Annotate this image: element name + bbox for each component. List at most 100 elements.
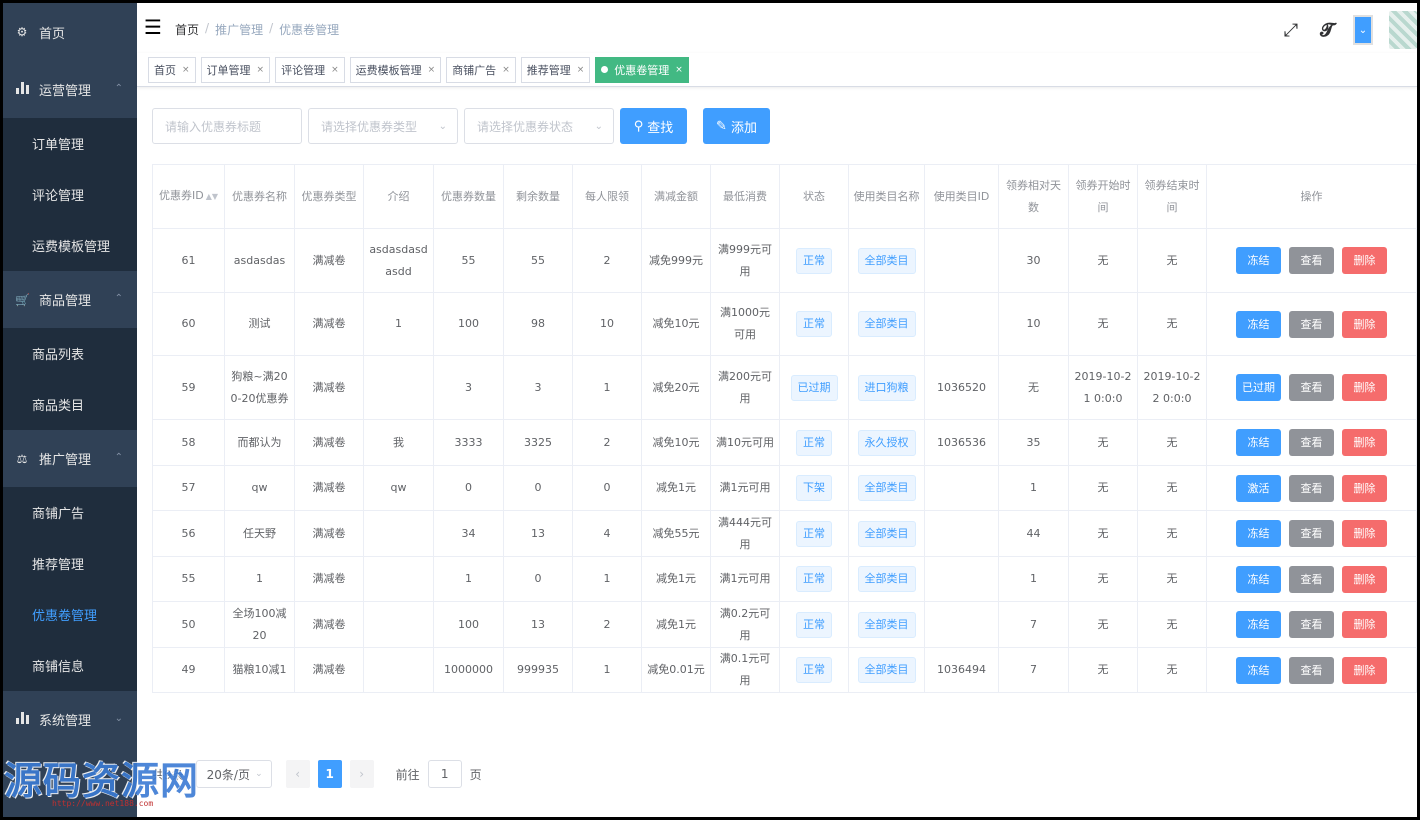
sidebar-item-orders[interactable]: 订单管理 — [3, 118, 137, 169]
sidebar-item-shipping-templates[interactable]: 运费模板管理 — [3, 220, 137, 271]
delete-button[interactable]: 删除 — [1342, 520, 1387, 547]
hamburger-icon[interactable]: ☰ — [144, 17, 162, 37]
tag-label: 评论管理 — [281, 63, 326, 77]
view-button[interactable]: 查看 — [1289, 310, 1334, 338]
coupon-title-input[interactable]: 请输入优惠券标题 — [152, 108, 302, 144]
add-button[interactable]: ✎ 添加 — [703, 108, 770, 144]
breadcrumb-item[interactable]: 首页 — [175, 21, 199, 38]
tag-home[interactable]: 首页 × — [148, 56, 196, 83]
freeze-button[interactable]: 激活 — [1236, 474, 1281, 502]
delete-button[interactable]: 删除 — [1342, 474, 1387, 502]
tag-recommendations[interactable]: 推荐管理 × — [520, 56, 591, 83]
table-row: 59 狗粮~满200-20优惠券 满减卷 3 3 1 减免20元 满200元可用 已过期 进口狗粮… — [152, 355, 1417, 420]
cell-text: 1 — [1030, 481, 1037, 494]
page-size-select[interactable]: 20条/页 ⌄ — [195, 760, 272, 788]
view-button[interactable]: 查看 — [1289, 429, 1334, 456]
sidebar-group-operations[interactable]: 运营管理 ⌃ — [3, 61, 137, 118]
sidebar-group-products[interactable]: 🛒 商品管理 ⌃ — [3, 271, 137, 328]
tag-comments[interactable]: 评论管理 × — [275, 56, 345, 83]
sidebar-item-product-categories[interactable]: 商品类目 — [3, 379, 137, 430]
table-body: 61 asdasdas 满减卷 asdasdasdasdd 55 55 2 减免999元 满99… — [152, 228, 1417, 693]
size-select-chevron-icon[interactable]: ⌄ — [1353, 15, 1373, 45]
cell-text: 减免10元 — [652, 317, 700, 330]
status-badge: 正常 — [796, 611, 832, 638]
freeze-button[interactable]: 冻结 — [1236, 310, 1281, 338]
page-number[interactable]: 1 — [317, 760, 342, 788]
column-header: 操作 — [1206, 164, 1417, 229]
close-icon[interactable]: × — [257, 65, 265, 75]
view-button[interactable]: 查看 — [1289, 374, 1334, 401]
sidebar-item-coupons[interactable]: 优惠卷管理 — [3, 589, 137, 640]
view-button[interactable]: 查看 — [1289, 565, 1334, 593]
search-button[interactable]: ⚲ 查找 — [620, 108, 687, 144]
cell-limit: 0 — [572, 465, 642, 511]
view-button[interactable]: 查看 — [1289, 520, 1334, 547]
close-icon[interactable]: × — [182, 65, 190, 75]
sidebar-group-promotion[interactable]: ⚖ 推广管理 ⌃ — [3, 430, 137, 487]
delete-button[interactable]: 删除 — [1342, 611, 1387, 638]
tag-shop-ads[interactable]: 商铺广告 × — [446, 56, 516, 83]
sidebar-item-comments[interactable]: 评论管理 — [3, 169, 137, 220]
delete-button[interactable]: 删除 — [1342, 565, 1387, 593]
column-header[interactable]: 优惠券ID ▲▼ — [152, 164, 225, 229]
cell-name: 任天野 — [224, 510, 295, 557]
freeze-button[interactable]: 已过期 — [1236, 374, 1281, 401]
font-size-icon[interactable]: 𝓣 — [1317, 20, 1337, 41]
cell-text: 无 — [1097, 253, 1109, 267]
sort-icon[interactable]: ▲▼ — [206, 192, 218, 201]
delete-button[interactable]: 删除 — [1342, 247, 1387, 274]
close-icon[interactable]: × — [502, 65, 510, 75]
view-button[interactable]: 查看 — [1289, 247, 1334, 274]
freeze-button[interactable]: 冻结 — [1236, 429, 1281, 456]
sidebar-item-recommendations[interactable]: 推荐管理 — [3, 538, 137, 589]
goto-page-input[interactable]: 1 — [427, 760, 462, 788]
sidebar-item-home[interactable]: ⚙ 首页 — [3, 3, 137, 61]
chevron-down-icon: ⌄ — [438, 121, 447, 132]
close-icon[interactable]: × — [577, 65, 585, 75]
cell-text: 1 — [1030, 572, 1037, 585]
sidebar-item-shop-info[interactable]: 商铺信息 — [3, 640, 137, 691]
delete-button[interactable]: 删除 — [1342, 310, 1387, 338]
cell-discount: 减免1元 — [641, 556, 711, 602]
freeze-button[interactable]: 冻结 — [1236, 565, 1281, 593]
tag-orders[interactable]: 订单管理 × — [200, 56, 271, 83]
delete-button[interactable]: 删除 — [1342, 656, 1387, 684]
sidebar-group-system[interactable]: 系统管理 ⌄ — [3, 691, 137, 748]
column-header: 满减金额 — [641, 164, 711, 229]
close-icon[interactable]: × — [675, 65, 683, 75]
tag-coupons[interactable]: 优惠卷管理 × — [595, 56, 689, 83]
cell-text: 2 — [603, 617, 611, 631]
cell-text: 无 — [1166, 435, 1178, 449]
cell-end: 无 — [1137, 292, 1207, 356]
cell-catid — [924, 556, 999, 602]
cell-cat: 进口狗粮 — [848, 355, 925, 420]
view-button[interactable]: 查看 — [1289, 611, 1334, 638]
sidebar-group-label: 推广管理 — [39, 453, 92, 468]
sidebar-item-shop-ads[interactable]: 商铺广告 — [3, 487, 137, 538]
tag-shipping-templates[interactable]: 运费模板管理 × — [349, 56, 442, 83]
view-button[interactable]: 查看 — [1289, 474, 1334, 502]
cell-name: asdasdas — [224, 228, 295, 293]
cell-left: 3 — [503, 355, 573, 420]
prev-page-button[interactable]: ‹ — [285, 760, 310, 788]
table-row: 55 1 满减卷 1 0 1 减免1元 满1元可用 正常 全部类目 1 无 无 冻结 查看 删除 — [152, 556, 1417, 602]
delete-button[interactable]: 删除 — [1342, 429, 1387, 456]
sidebar-item-product-list[interactable]: 商品列表 — [3, 328, 137, 379]
close-icon[interactable]: × — [331, 65, 339, 75]
cell-end: 无 — [1137, 228, 1207, 293]
view-button[interactable]: 查看 — [1289, 656, 1334, 684]
coupon-status-select[interactable]: 请选择优惠券状态 ⌄ — [464, 108, 614, 144]
freeze-button[interactable]: 冻结 — [1236, 520, 1281, 547]
coupon-type-select[interactable]: 请选择优惠券类型 ⌄ — [308, 108, 458, 144]
next-page-button[interactable]: › — [349, 760, 374, 788]
cell-qty: 1 — [433, 556, 504, 602]
delete-button[interactable]: 删除 — [1342, 374, 1387, 401]
fullscreen-icon[interactable]: ⤢ — [1281, 20, 1301, 41]
freeze-button[interactable]: 冻结 — [1236, 247, 1281, 274]
avatar[interactable] — [1389, 11, 1417, 49]
cell-text: qw — [390, 481, 407, 494]
cell-type: 满减卷 — [294, 647, 364, 693]
freeze-button[interactable]: 冻结 — [1236, 611, 1281, 638]
close-icon[interactable]: × — [428, 65, 436, 75]
freeze-button[interactable]: 冻结 — [1236, 656, 1281, 684]
